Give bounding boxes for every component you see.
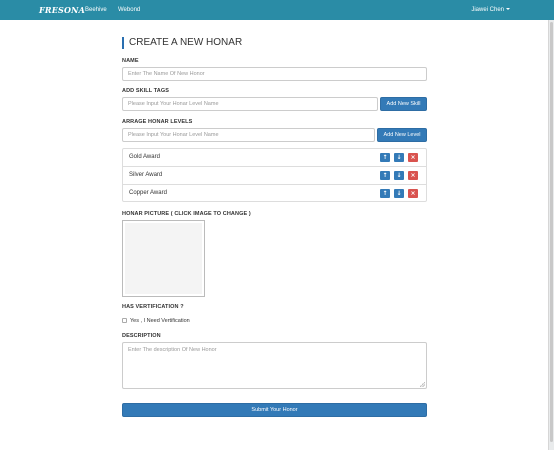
verification-option-label[interactable]: Yes , I Need Vertification — [130, 318, 190, 324]
submit-button[interactable]: Submit Your Honor — [122, 403, 427, 417]
arrow-down-icon[interactable]: ↓ — [394, 153, 404, 162]
honar-picture-upload[interactable] — [122, 220, 205, 297]
close-icon[interactable]: × — [408, 153, 418, 162]
navbar: FRESONA Beehive Webond Jiawei Chen — [0, 0, 554, 20]
resize-handle-icon[interactable] — [420, 382, 425, 387]
list-item: Gold Award ↑ ↓ × — [123, 149, 426, 167]
verification-checkbox[interactable] — [122, 318, 127, 323]
scrollbar-thumb[interactable] — [550, 22, 553, 442]
arrow-down-icon[interactable]: ↓ — [394, 189, 404, 198]
name-input[interactable]: Enter The Name Of New Honor — [122, 67, 427, 81]
arrow-up-icon[interactable]: ↑ — [380, 171, 390, 180]
skill-tags-label: ADD SKILL TAGS — [122, 88, 170, 94]
description-placeholder: Enter The description Of New Honor — [128, 347, 217, 353]
honar-level-input[interactable]: Please Input Your Honar Level Name — [122, 128, 375, 142]
honar-picture-label: HONAR PICTURE ( CLICK IMAGE TO CHANGE ) — [122, 211, 251, 217]
level-name: Silver Award — [129, 172, 163, 178]
brand-logo[interactable]: FRESONA — [39, 5, 85, 15]
arrow-up-icon[interactable]: ↑ — [380, 189, 390, 198]
arrow-down-icon[interactable]: ↓ — [394, 171, 404, 180]
skill-tag-placeholder: Please Input Your Honar Level Name — [128, 101, 219, 107]
close-icon[interactable]: × — [408, 171, 418, 180]
description-textarea[interactable]: Enter The description Of New Honor — [122, 342, 427, 389]
list-item: Copper Award ↑ ↓ × — [123, 185, 426, 203]
add-new-level-button[interactable]: Add New Level — [377, 128, 427, 142]
honar-levels-label: ARRAGE HONAR LEVELS — [122, 119, 193, 125]
level-name: Gold Award — [129, 154, 160, 160]
scrollbar[interactable] — [548, 20, 554, 450]
description-label: DESCRIPTION — [122, 333, 161, 339]
list-item: Silver Award ↑ ↓ × — [123, 167, 426, 185]
nav-link-webond[interactable]: Webond — [118, 7, 140, 13]
honar-level-placeholder: Please Input Your Honar Level Name — [128, 132, 219, 138]
honar-level-list: Gold Award ↑ ↓ × Silver Award ↑ ↓ × Copp… — [122, 148, 427, 202]
user-menu[interactable]: Jiawei Chen — [471, 7, 510, 13]
nav-link-beehive[interactable]: Beehive — [85, 7, 107, 13]
close-icon[interactable]: × — [408, 189, 418, 198]
page-title: CREATE A NEW HONAR — [122, 37, 242, 49]
user-name: Jiawei Chen — [471, 7, 504, 13]
skill-tag-input[interactable]: Please Input Your Honar Level Name — [122, 97, 378, 111]
add-new-skill-button[interactable]: Add New Skill — [380, 97, 427, 111]
arrow-up-icon[interactable]: ↑ — [380, 153, 390, 162]
verification-label: HAS VERTIFICATION ? — [122, 304, 184, 310]
name-placeholder: Enter The Name Of New Honor — [128, 71, 205, 77]
name-label: NAME — [122, 58, 139, 64]
caret-down-icon — [506, 8, 510, 11]
level-name: Copper Award — [129, 190, 167, 196]
